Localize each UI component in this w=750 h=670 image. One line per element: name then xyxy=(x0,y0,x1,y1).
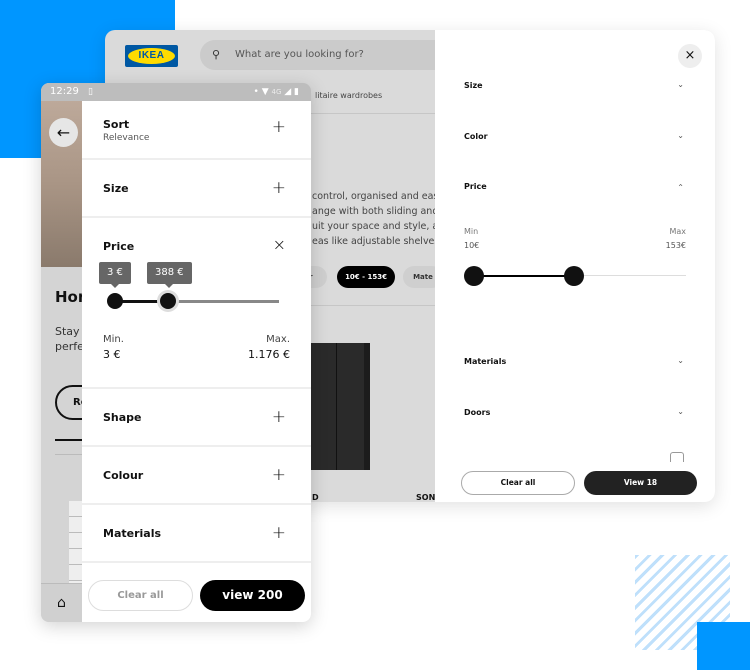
filter-sort[interactable]: Sort Relevance + xyxy=(82,101,311,160)
divider xyxy=(55,454,85,455)
sort-value: Relevance xyxy=(103,133,150,143)
plus-icon[interactable]: + xyxy=(272,407,286,427)
price-high-tooltip: 388 € xyxy=(147,262,192,288)
search-input[interactable]: ⚲ What are you looking for? xyxy=(200,40,460,70)
checkbox[interactable] xyxy=(670,452,684,462)
status-time: 12:29 xyxy=(50,86,79,97)
filter-shape[interactable]: Shape + xyxy=(82,389,311,447)
section-label: Size xyxy=(464,81,483,90)
ikea-logo[interactable]: IKEA xyxy=(125,45,178,67)
desc-line: eas like adjustable shelves. xyxy=(312,236,443,247)
plus-icon[interactable]: + xyxy=(272,117,286,137)
section-label: Size xyxy=(103,182,129,195)
filter-sheet: Sort Relevance + Size + Price × 3 € 388 … xyxy=(82,101,311,622)
network-label: 4G xyxy=(271,88,282,96)
breadcrumb[interactable]: litaire wardrobes xyxy=(315,88,382,103)
desc-line: control, organised and easy t xyxy=(312,191,451,202)
mobile-device: 12:29 ▯ • ▼ 4G ◢ ▮ ← Hon Stay c perfe Re… xyxy=(41,83,311,622)
plus-icon[interactable]: + xyxy=(272,465,286,485)
section-label: Sort xyxy=(103,118,130,131)
section-label: Doors xyxy=(464,408,491,417)
section-label: Materials xyxy=(103,527,162,540)
price-max-value: 1.176 € xyxy=(248,348,290,361)
back-arrow-icon[interactable]: ← xyxy=(49,118,78,147)
clear-all-button[interactable]: Clear all xyxy=(88,580,193,611)
filter-materials[interactable]: Materials ⌄ xyxy=(464,356,684,366)
desc-line: ange with both sliding and xyxy=(312,206,439,217)
notification-icon: ▯ xyxy=(88,87,93,97)
product-name[interactable]: SON xyxy=(416,493,435,502)
logo-text: IKEA xyxy=(128,48,175,64)
filter-chip-price-active[interactable]: 10€ - 153€ xyxy=(337,266,395,288)
price-low-tooltip: 3 € xyxy=(99,262,131,288)
chevron-down-icon: ⌄ xyxy=(677,131,684,140)
price-min-value: 10€ xyxy=(464,241,480,250)
filter-size[interactable]: Size ⌄ xyxy=(464,80,684,90)
filter-materials[interactable]: Materials + xyxy=(82,505,311,563)
price-slider-max-handle[interactable] xyxy=(564,266,584,286)
section-label: Materials xyxy=(464,357,507,366)
search-icon: ⚲ xyxy=(212,48,221,61)
divider xyxy=(55,439,85,441)
price-min-value: 3 € xyxy=(103,348,121,361)
filter-size[interactable]: Size + xyxy=(82,160,311,218)
section-label: Price xyxy=(464,182,487,191)
price-max-label: Max. xyxy=(266,334,290,345)
product-image xyxy=(69,501,83,583)
price-min-label: Min. xyxy=(103,334,124,345)
bg-text: perfe xyxy=(55,340,84,353)
desc-line: uit your space and style, a ch xyxy=(312,221,453,232)
price-max-label: Max xyxy=(669,227,686,236)
search-placeholder: What are you looking for? xyxy=(235,49,364,60)
plus-icon[interactable]: + xyxy=(272,178,286,198)
view-results-button[interactable]: View 18 xyxy=(584,471,697,495)
section-label: Price xyxy=(103,240,135,253)
price-max-value: 153€ xyxy=(665,241,686,250)
home-icon[interactable]: ⌂ xyxy=(41,583,82,622)
filter-color[interactable]: Color ⌄ xyxy=(464,131,684,141)
filter-colour[interactable]: Colour + xyxy=(82,447,311,505)
view-results-button[interactable]: view 200 xyxy=(200,580,305,611)
filter-panel: × Size ⌄ Color ⌄ Price ⌃ Min Max 10€ 153€ M… xyxy=(435,30,715,502)
product-name[interactable]: D xyxy=(312,493,319,502)
price-slider-range xyxy=(474,275,574,277)
decor-blue-square xyxy=(697,622,750,670)
section-label: Colour xyxy=(103,469,144,482)
price-slider-min-handle[interactable] xyxy=(464,266,484,286)
status-icons: • ▼ 4G ◢ ▮ xyxy=(253,87,299,97)
chevron-down-icon: ⌄ xyxy=(677,80,684,89)
clear-all-button[interactable]: Clear all xyxy=(461,471,575,495)
plus-icon[interactable]: + xyxy=(272,523,286,543)
close-icon[interactable]: × xyxy=(678,44,702,68)
close-icon[interactable]: × xyxy=(273,235,286,254)
filter-price[interactable]: Price ⌃ xyxy=(464,182,684,192)
price-min-label: Min xyxy=(464,227,479,236)
filter-price: Price × 3 € 388 € Min. Max. 3 € 1.176 € xyxy=(82,218,311,389)
status-bar: 12:29 ▯ • ▼ 4G ◢ ▮ xyxy=(41,83,311,101)
filter-doors[interactable]: Doors ⌄ xyxy=(464,407,684,417)
divider xyxy=(295,305,435,306)
price-slider-max-handle[interactable] xyxy=(160,293,176,309)
chevron-down-icon: ⌄ xyxy=(677,356,684,365)
chevron-up-icon: ⌃ xyxy=(677,183,684,192)
chevron-down-icon: ⌄ xyxy=(677,407,684,416)
wardrobe-product-image[interactable] xyxy=(310,343,370,470)
category-description: control, organised and easy t ange with … xyxy=(312,189,452,249)
section-label: Color xyxy=(464,132,488,141)
price-slider-min-handle[interactable] xyxy=(107,293,123,309)
section-label: Shape xyxy=(103,411,142,424)
